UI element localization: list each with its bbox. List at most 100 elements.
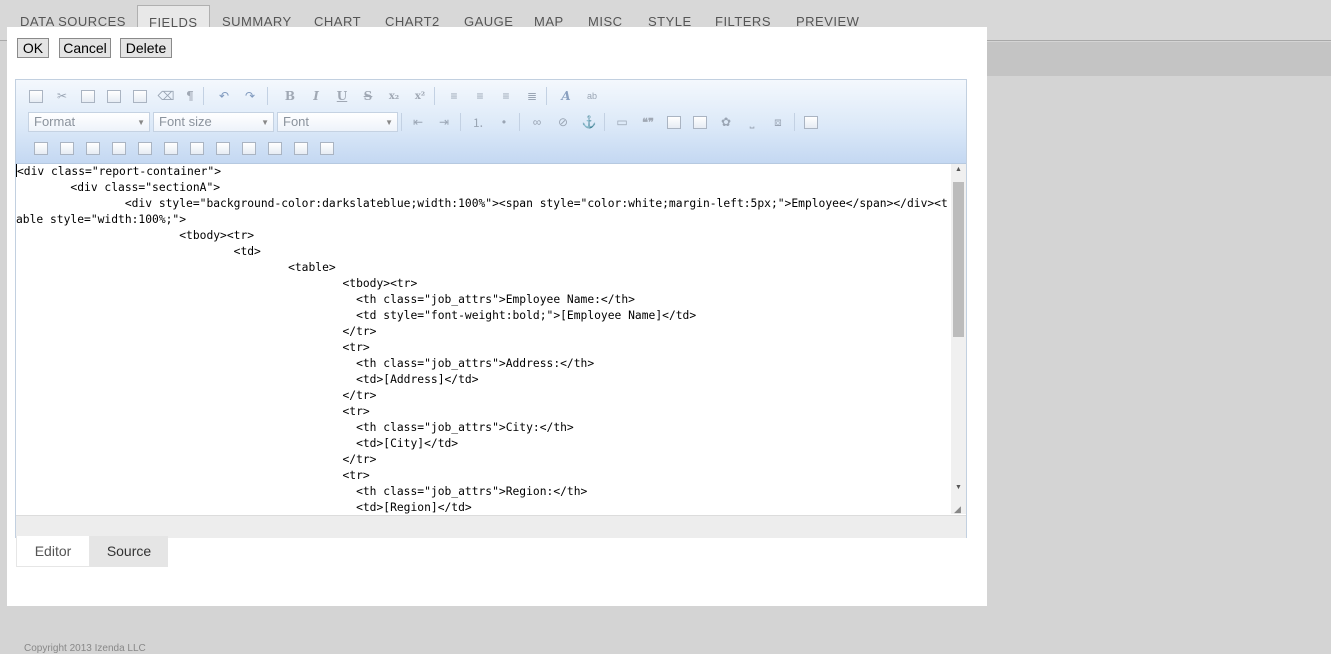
iframe-icon[interactable]: ⧈ <box>768 112 788 132</box>
html-editor-dialog: OK Cancel Delete ✂ ⌫ ¶ ↶ ↷ B I U S x₂ x²… <box>7 27 987 606</box>
toolbar-separator <box>434 87 435 105</box>
text-color-icon[interactable]: A <box>556 86 576 106</box>
blockquote-icon[interactable]: ❝❞ <box>638 112 658 132</box>
insert-column-after-icon[interactable] <box>213 138 233 158</box>
superscript-icon[interactable]: x² <box>410 86 430 106</box>
spellcheck-icon[interactable]: ab <box>582 86 602 106</box>
source-line: <th class="job_attrs">Employee Name:</th… <box>16 293 635 306</box>
delete-table-icon[interactable] <box>83 138 103 158</box>
delete-column-icon[interactable] <box>239 138 259 158</box>
cancel-button[interactable]: Cancel <box>59 38 111 58</box>
bold-icon[interactable]: B <box>280 86 300 106</box>
tab-source[interactable]: Source <box>90 536 168 567</box>
source-line: <td> <box>16 245 261 258</box>
copy-icon[interactable] <box>78 86 98 106</box>
source-line: </tr> <box>16 389 377 402</box>
toolbar-separator <box>546 87 547 105</box>
delete-row-icon[interactable] <box>161 138 181 158</box>
toolbar-separator <box>203 87 204 105</box>
scrollbar-thumb[interactable] <box>953 182 964 337</box>
paste-text-icon[interactable] <box>130 86 150 106</box>
editor-toolbar: ✂ ⌫ ¶ ↶ ↷ B I U S x₂ x² ≡ ≡ ≡ ≣ A ab For… <box>16 80 966 164</box>
paste-icon[interactable] <box>104 86 124 106</box>
subscript-icon[interactable]: x₂ <box>384 86 404 106</box>
redo-icon[interactable]: ↷ <box>240 86 260 106</box>
chevron-down-icon: ▼ <box>385 118 393 127</box>
source-line: <td style="font-weight:bold;">[Employee … <box>16 309 697 322</box>
toolbar-separator <box>401 113 402 131</box>
editor-status-bar <box>16 515 966 538</box>
align-justify-icon[interactable]: ≣ <box>522 86 542 106</box>
source-line: <th class="job_attrs">Address:</th> <box>16 357 595 370</box>
source-line: <th class="job_attrs">City:</th> <box>16 421 574 434</box>
undo-icon[interactable]: ↶ <box>214 86 234 106</box>
source-code-textarea[interactable]: <div class="report-container"> <div clas… <box>16 164 951 514</box>
source-doc-icon[interactable] <box>26 86 46 106</box>
source-line: <td>[City]</td> <box>16 437 459 450</box>
format-select[interactable]: Format ▼ <box>28 112 150 132</box>
split-cells-icon[interactable] <box>265 138 285 158</box>
delete-cells-icon[interactable] <box>317 138 337 158</box>
source-line: <div class="report-container"> <box>16 164 222 178</box>
align-right-icon[interactable]: ≡ <box>496 86 516 106</box>
indent-icon[interactable]: ⇥ <box>434 112 454 132</box>
underline-icon[interactable]: U <box>332 86 352 106</box>
ok-button[interactable]: OK <box>17 38 49 58</box>
chevron-down-icon: ▼ <box>137 118 145 127</box>
toolbar-separator <box>267 87 268 105</box>
resize-handle-icon[interactable]: ◢ <box>954 504 961 515</box>
source-line: <tbody><tr> <box>16 277 418 290</box>
maximize-icon[interactable] <box>664 112 684 132</box>
delete-button[interactable]: Delete <box>120 38 172 58</box>
italic-icon[interactable]: I <box>306 86 326 106</box>
image-icon[interactable] <box>690 112 710 132</box>
source-line: <table> <box>16 261 336 274</box>
toolbar-separator <box>460 113 461 131</box>
source-line: <div style="background-color:darkslatebl… <box>16 197 948 226</box>
align-center-icon[interactable]: ≡ <box>470 86 490 106</box>
source-line: <tr> <box>16 405 370 418</box>
eraser-icon[interactable]: ⌫ <box>156 86 176 106</box>
tab-editor[interactable]: Editor <box>16 536 90 567</box>
align-left-icon[interactable]: ≡ <box>444 86 464 106</box>
chevron-down-icon: ▼ <box>261 118 269 127</box>
source-line: </tr> <box>16 453 377 466</box>
outdent-icon[interactable]: ⇤ <box>408 112 428 132</box>
strikethrough-icon[interactable]: S <box>358 86 378 106</box>
toolbar-separator <box>604 113 605 131</box>
pilcrow-glyph: ¶ <box>186 89 194 103</box>
insert-column-before-icon[interactable] <box>187 138 207 158</box>
special-char-icon[interactable]: ✿ <box>716 112 736 132</box>
source-line: <th class="job_attrs">Region:</th> <box>16 485 588 498</box>
insert-row-before-icon[interactable] <box>109 138 129 158</box>
numbered-list-icon[interactable]: ⒈ <box>468 112 488 132</box>
source-line: <tr> <box>16 341 370 354</box>
text-caret <box>16 164 17 177</box>
rich-text-editor: ✂ ⌫ ¶ ↶ ↷ B I U S x₂ x² ≡ ≡ ≡ ≣ A ab For… <box>15 79 967 538</box>
source-line: <tr> <box>16 469 370 482</box>
page-break-icon[interactable]: ⎵ <box>742 112 762 132</box>
font-select[interactable]: Font ▼ <box>277 112 398 132</box>
unlink-icon[interactable]: ⊘ <box>553 112 573 132</box>
source-line: <tbody><tr> <box>16 229 255 242</box>
insert-row-after-icon[interactable] <box>135 138 155 158</box>
link-icon[interactable]: ∞ <box>527 112 547 132</box>
paragraph-icon[interactable]: ¶ <box>180 86 200 106</box>
toolbar-separator <box>519 113 520 131</box>
font-size-select[interactable]: Font size ▼ <box>153 112 274 132</box>
cell-properties-icon[interactable] <box>57 138 77 158</box>
cut-icon[interactable]: ✂ <box>52 86 72 106</box>
bulleted-list-icon[interactable]: • <box>494 112 514 132</box>
table-properties-icon[interactable] <box>31 138 51 158</box>
merge-cells-icon[interactable] <box>291 138 311 158</box>
vertical-scrollbar[interactable]: ▲ ▼ <box>951 164 966 514</box>
show-blocks-icon[interactable] <box>801 112 821 132</box>
horizontal-rule-icon[interactable]: ▭ <box>612 112 632 132</box>
source-line: <td>[Address]</td> <box>16 373 479 386</box>
toolbar-separator <box>794 113 795 131</box>
scroll-up-icon[interactable]: ▲ <box>951 164 966 176</box>
source-line: <td>[Region]</td> <box>16 501 472 514</box>
anchor-icon[interactable]: ⚓ <box>579 112 599 132</box>
header-band <box>987 42 1331 76</box>
scroll-down-icon[interactable]: ▼ <box>951 482 966 494</box>
